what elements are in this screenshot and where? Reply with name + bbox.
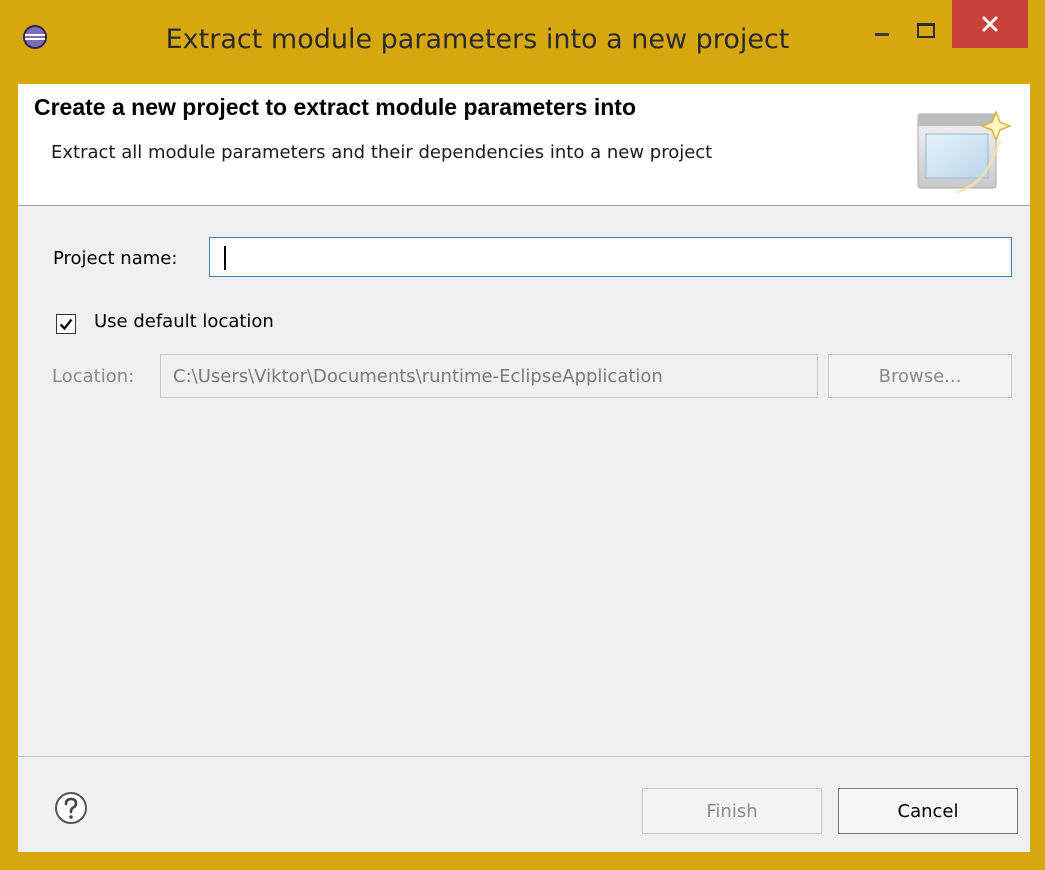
help-icon[interactable] <box>54 791 88 825</box>
project-name-input[interactable] <box>209 237 1012 277</box>
location-value: C:\Users\Viktor\Documents\runtime-Eclips… <box>173 365 663 387</box>
finish-button: Finish <box>642 788 822 834</box>
close-icon <box>982 16 998 32</box>
wizard-title: Create a new project to extract module p… <box>34 94 637 120</box>
maximize-button[interactable] <box>906 12 946 48</box>
dialog-client: Create a new project to extract module p… <box>18 84 1030 852</box>
wizard-form: Project name: Use default location Locat… <box>18 206 1030 756</box>
dialog-window: Extract module parameters into a new pro… <box>0 0 1045 870</box>
browse-button: Browse... <box>828 354 1012 398</box>
location-field: C:\Users\Viktor\Documents\runtime-Eclips… <box>160 354 818 398</box>
project-name-label: Project name: <box>53 248 178 269</box>
use-default-location-checkbox[interactable] <box>56 314 76 334</box>
title-bar[interactable]: Extract module parameters into a new pro… <box>0 0 1045 84</box>
cancel-button[interactable]: Cancel <box>838 788 1018 834</box>
maximize-icon <box>917 22 935 38</box>
minimize-icon <box>875 32 889 36</box>
checkmark-icon <box>59 318 73 331</box>
location-label: Location: <box>52 366 135 387</box>
minimize-button[interactable] <box>862 12 902 48</box>
wizard-header: Create a new project to extract module p… <box>18 84 1030 206</box>
wizard-description: Extract all module parameters and their … <box>51 142 713 163</box>
close-button[interactable] <box>952 0 1028 48</box>
wizard-footer: Finish Cancel <box>18 757 1030 852</box>
text-caret <box>224 246 226 270</box>
new-wizard-icon <box>917 109 1013 194</box>
use-default-location-label[interactable]: Use default location <box>94 311 274 332</box>
